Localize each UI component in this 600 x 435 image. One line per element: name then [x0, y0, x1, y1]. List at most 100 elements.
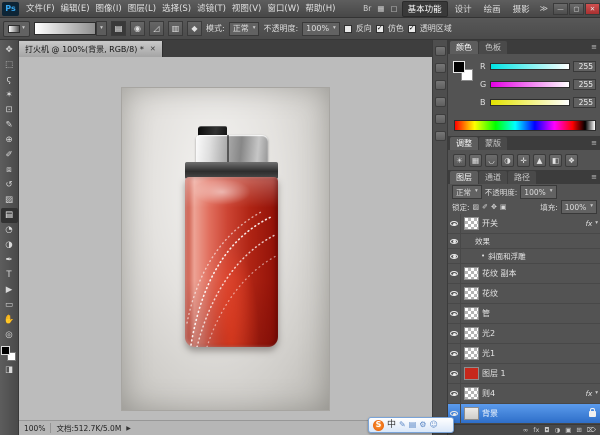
exposure-icon[interactable]: ◑ [501, 154, 514, 167]
visibility-toggle[interactable] [448, 364, 461, 384]
lock-transparent-icon[interactable]: ▨ [473, 203, 480, 211]
pen-tool[interactable]: ✒ [1, 253, 18, 268]
layer-row[interactable]: 花纹 副本 [448, 264, 600, 284]
green-channel-value[interactable]: 255 [573, 79, 596, 90]
blur-tool[interactable]: ◔ [1, 223, 18, 238]
layer-row-selected[interactable]: 背景 [448, 404, 600, 424]
panel-menu-icon[interactable]: ≡ [587, 173, 600, 181]
menu-filter[interactable]: 滤镜(T) [194, 0, 229, 18]
tab-paths[interactable]: 路径 [508, 171, 536, 184]
ime-mode-indicator[interactable]: 中 [387, 421, 396, 430]
menu-image[interactable]: 图像(I) [93, 0, 125, 18]
angle-gradient-button[interactable]: ◿ [149, 21, 164, 36]
link-layers-icon[interactable]: ∞ [523, 426, 528, 434]
history-brush-tool[interactable]: ↺ [1, 178, 18, 193]
green-channel-slider[interactable] [490, 81, 570, 88]
effect-item-row[interactable]: • 斜面和浮雕 [448, 249, 600, 264]
menu-view[interactable]: 视图(V) [229, 0, 264, 18]
blend-mode-dropdown[interactable]: 正常 ▾ [229, 22, 260, 36]
maximize-button[interactable]: ▢ [569, 3, 584, 15]
layer-thumbnail[interactable] [464, 267, 479, 280]
menu-layer[interactable]: 图层(L) [125, 0, 159, 18]
workspace-paint[interactable]: 绘画 [479, 2, 506, 16]
brush-tool[interactable]: ✐ [1, 148, 18, 163]
layer-thumbnail[interactable] [464, 307, 479, 320]
add-mask-icon[interactable]: ◘ [544, 426, 549, 434]
visibility-toggle[interactable] [448, 384, 461, 404]
color-ramp[interactable] [454, 120, 596, 131]
lock-pixels-icon[interactable]: ✐ [482, 203, 488, 211]
collapsed-panel-icon[interactable] [435, 131, 446, 141]
tab-channels[interactable]: 通道 [479, 171, 507, 184]
tab-close-icon[interactable]: ✕ [150, 45, 156, 53]
layers-blend-mode-dropdown[interactable]: 正常 ▾ [452, 185, 482, 199]
reverse-checkbox[interactable] [344, 25, 352, 33]
minimize-button[interactable]: — [553, 3, 568, 15]
tab-masks[interactable]: 蒙版 [479, 137, 507, 150]
quick-mask-button[interactable]: ◨ [1, 363, 18, 378]
layer-row[interactable]: 图层 1 [448, 364, 600, 384]
visibility-toggle[interactable] [448, 324, 461, 344]
tab-color[interactable]: 颜色 [450, 41, 478, 54]
hue-saturation-icon[interactable]: ▲ [533, 154, 546, 167]
color-balance-icon[interactable]: ◧ [549, 154, 562, 167]
hand-tool[interactable]: ✋ [1, 313, 18, 328]
menu-select[interactable]: 选择(S) [159, 0, 194, 18]
opacity-dropdown[interactable]: 100% ▾ [302, 22, 340, 36]
visibility-toggle[interactable] [448, 304, 461, 324]
layer-thumbnail[interactable] [464, 407, 479, 420]
layer-thumbnail[interactable] [464, 327, 479, 340]
sogou-logo-icon[interactable]: S [373, 420, 384, 431]
collapsed-panel-icon[interactable] [435, 46, 446, 56]
brightness-contrast-icon[interactable]: ☀ [453, 154, 466, 167]
marquee-tool[interactable]: ⬚ [1, 58, 18, 73]
fx-collapse-icon[interactable]: ▾ [595, 391, 598, 397]
diamond-gradient-button[interactable]: ◆ [187, 21, 202, 36]
tool-preset-picker[interactable]: ▾ [3, 21, 30, 37]
path-selection-tool[interactable]: ▶ [1, 283, 18, 298]
layer-row[interactable]: 光2 [448, 324, 600, 344]
dodge-tool[interactable]: ◑ [1, 238, 18, 253]
panel-foreground-swatch[interactable] [453, 61, 465, 73]
workspace-overflow-icon[interactable]: ≫ [536, 4, 552, 13]
collapsed-panel-icon[interactable] [435, 80, 446, 90]
menu-edit[interactable]: 编辑(E) [58, 0, 93, 18]
arrange-documents-icon[interactable]: ▦ [374, 4, 387, 13]
lock-all-icon[interactable]: ▣ [500, 203, 507, 211]
layer-group-icon[interactable]: ▣ [565, 426, 571, 434]
gradient-tool[interactable]: ▤ [1, 208, 18, 223]
menu-window[interactable]: 窗口(W) [264, 0, 302, 18]
workspace-essentials[interactable]: 基本功能 [402, 1, 448, 17]
close-button[interactable]: ✕ [585, 3, 600, 15]
collapsed-panel-icon[interactable] [435, 97, 446, 107]
visibility-toggle[interactable] [448, 234, 461, 249]
panel-menu-icon[interactable]: ≡ [587, 139, 600, 147]
menu-help[interactable]: 帮助(H) [302, 0, 338, 18]
status-arrow-icon[interactable]: ▶ [126, 425, 131, 432]
red-channel-value[interactable]: 255 [573, 61, 596, 72]
layer-thumbnail[interactable] [464, 217, 479, 230]
collapsed-panel-icon[interactable] [435, 114, 446, 124]
layer-row[interactable]: 开关 fx ▾ [448, 214, 600, 234]
transparency-checkbox[interactable]: ✓ [408, 25, 416, 33]
effects-row[interactable]: 效果 [448, 234, 600, 249]
layer-thumbnail[interactable] [464, 287, 479, 300]
eyedropper-tool[interactable]: ✎ [1, 118, 18, 133]
linear-gradient-button[interactable]: ▤ [111, 21, 126, 36]
visibility-toggle[interactable] [448, 249, 461, 264]
clone-stamp-tool[interactable]: ⧈ [1, 163, 18, 178]
visibility-toggle[interactable] [448, 344, 461, 364]
gradient-picker-button[interactable]: ▾ [96, 21, 107, 36]
lock-position-icon[interactable]: ✥ [491, 203, 497, 211]
gradient-preview[interactable] [34, 22, 96, 35]
zoom-level[interactable]: 100% [24, 424, 45, 433]
visibility-toggle[interactable] [448, 264, 461, 284]
delete-layer-icon[interactable]: ⌦ [587, 426, 596, 434]
blue-channel-slider[interactable] [490, 99, 570, 106]
ime-keyboard-icon[interactable]: ▤ [409, 421, 417, 429]
blue-channel-value[interactable]: 255 [573, 97, 596, 108]
screen-mode-icon[interactable]: ▢ [387, 4, 400, 13]
vibrance-icon[interactable]: ✛ [517, 154, 530, 167]
red-channel-slider[interactable] [490, 63, 570, 70]
lasso-tool[interactable]: ϛ [1, 73, 18, 88]
